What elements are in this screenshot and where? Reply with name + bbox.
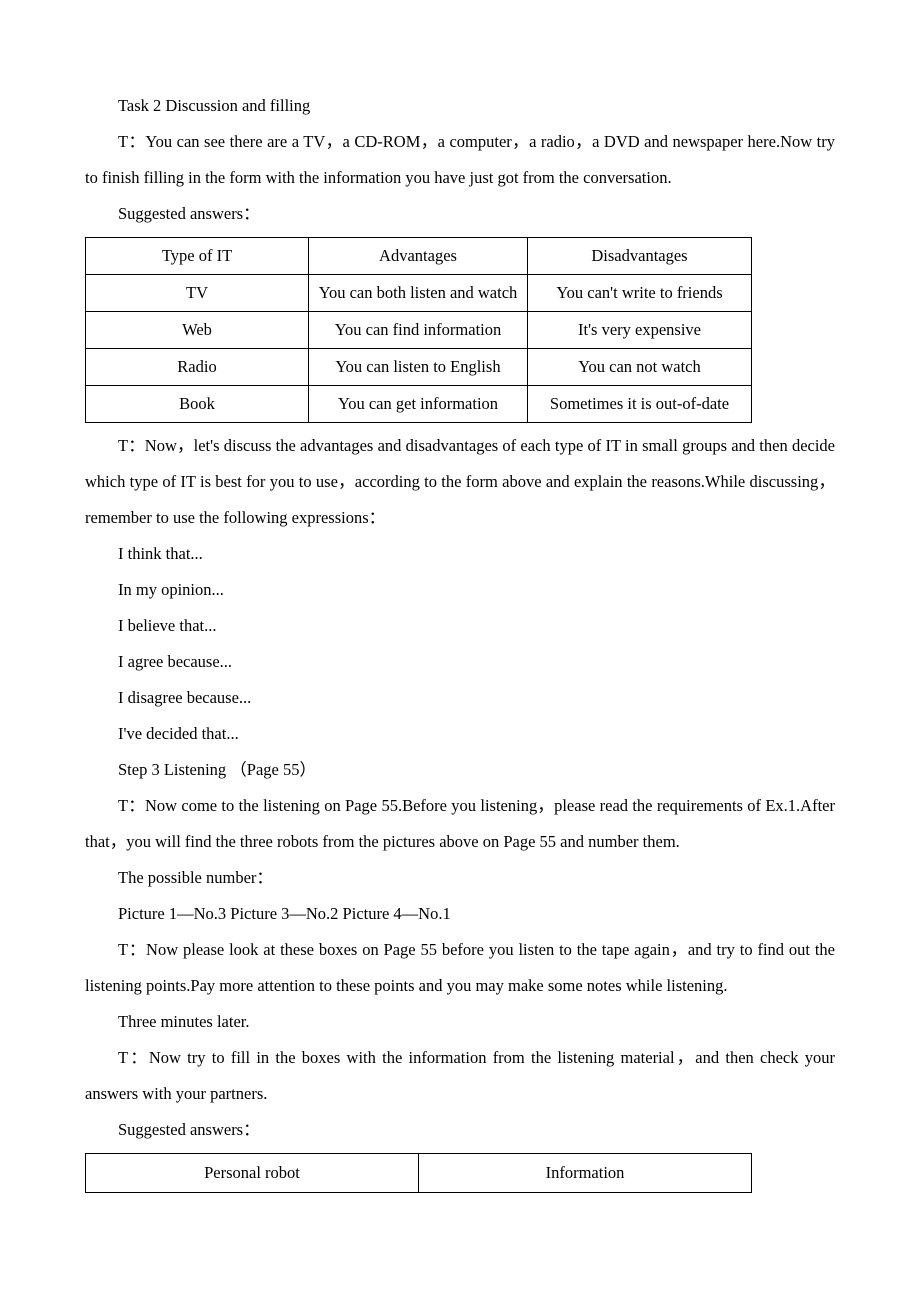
table-row: Web You can find information It's very e…: [85, 311, 752, 349]
three-minutes-line: Three minutes later.: [118, 1012, 250, 1031]
it-table-wrapper: Type of IT Advantages Disadvantages TV Y…: [85, 237, 835, 423]
discussion-paragraph: T：Now，let's discuss the advantages and d…: [85, 436, 835, 527]
boxes-instruction-paragraph: T：Now please look at these boxes on Page…: [85, 940, 835, 995]
robot-table-wrapper: Personal robot Information: [85, 1153, 835, 1193]
table-cell: TV: [85, 274, 309, 312]
table-header-cell: Personal robot: [85, 1153, 419, 1193]
table-cell: You can both listen and watch: [308, 274, 528, 312]
table-cell: Book: [85, 385, 309, 423]
table-cell: Radio: [85, 348, 309, 386]
suggested-answers-label-1: Suggested answers：: [118, 204, 260, 223]
table-row: TV You can both listen and watch You can…: [85, 274, 752, 312]
table-row: Radio You can listen to English You can …: [85, 348, 752, 386]
intro-paragraph: T：You can see there are a TV，a CD-ROM，a …: [85, 132, 835, 187]
suggested-answers-label-2: Suggested answers：: [118, 1120, 260, 1139]
fill-boxes-paragraph: T：Now try to fill in the boxes with the …: [85, 1048, 835, 1103]
step3-heading: Step 3 Listening （Page 55）: [118, 760, 316, 779]
document-page: Task 2 Discussion and filling T：You can …: [0, 0, 920, 1302]
possible-number-label: The possible number：: [118, 868, 273, 887]
expression-line: In my opinion...: [118, 580, 224, 599]
table-cell: You can listen to English: [308, 348, 528, 386]
expression-line: I disagree because...: [118, 688, 252, 707]
expression-line: I've decided that...: [118, 724, 239, 743]
table-cell: You can't write to friends: [527, 274, 752, 312]
it-comparison-table: Type of IT Advantages Disadvantages TV Y…: [85, 237, 752, 423]
table-header-row: Type of IT Advantages Disadvantages: [85, 237, 752, 275]
table-cell: It's very expensive: [527, 311, 752, 349]
table-cell: You can not watch: [527, 348, 752, 386]
table-cell: You can get information: [308, 385, 528, 423]
table-header-cell: Type of IT: [85, 237, 309, 275]
possible-number-values: Picture 1—No.3 Picture 3—No.2 Picture 4—…: [118, 904, 451, 923]
table-cell: Web: [85, 311, 309, 349]
table-header-row: Personal robot Information: [85, 1153, 752, 1193]
expression-line: I believe that...: [118, 616, 217, 635]
table-cell: Sometimes it is out-of-date: [527, 385, 752, 423]
table-row: Book You can get information Sometimes i…: [85, 385, 752, 423]
document-body: Task 2 Discussion and filling T：You can …: [85, 88, 835, 1193]
personal-robot-table: Personal robot Information: [85, 1153, 752, 1193]
table-header-cell: Advantages: [308, 237, 528, 275]
table-header-cell: Disadvantages: [527, 237, 752, 275]
table-cell: You can find information: [308, 311, 528, 349]
table-header-cell: Information: [418, 1153, 752, 1193]
task-heading: Task 2 Discussion and filling: [118, 96, 311, 115]
expression-line: I agree because...: [118, 652, 233, 671]
listening-intro-paragraph: T：Now come to the listening on Page 55.B…: [85, 796, 835, 851]
expression-line: I think that...: [118, 544, 203, 563]
